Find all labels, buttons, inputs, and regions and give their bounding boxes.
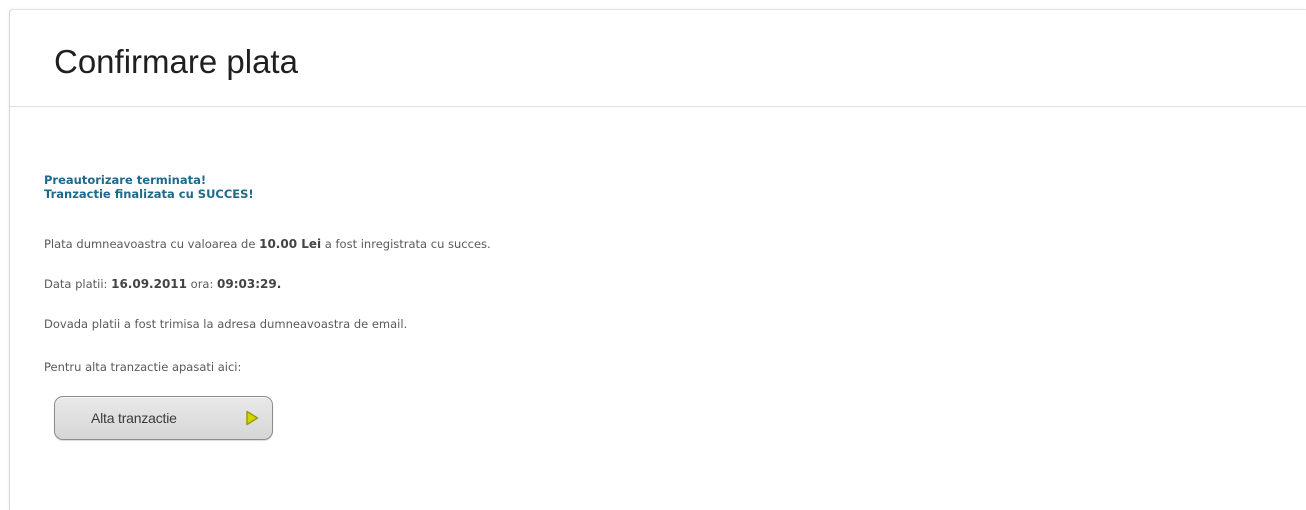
payment-time: 09:03:29. xyxy=(217,277,282,291)
amount-suffix: a fost inregistrata cu succes. xyxy=(321,237,491,251)
panel-header: Confirmare plata xyxy=(10,10,1306,107)
payment-date-line: Data platii: 16.09.2011 ora: 09:03:29. xyxy=(44,277,281,291)
play-triangle-icon xyxy=(246,410,259,426)
status-line-preauthorization: Preautorizare terminata! xyxy=(44,173,207,187)
new-transaction-prompt: Pentru alta tranzactie apasati aici: xyxy=(44,360,242,374)
amount-prefix: Plata dumneavoastra cu valoarea de xyxy=(44,237,260,251)
new-transaction-button[interactable]: Alta tranzactie xyxy=(54,396,273,440)
page-title: Confirmare plata xyxy=(54,43,298,80)
confirmation-content: Preautorizare terminata! Tranzactie fina… xyxy=(44,173,1244,374)
status-message: Preautorizare terminata! Tranzactie fina… xyxy=(44,173,1244,201)
payment-amount-line: Plata dumneavoastra cu valoarea de 10.00… xyxy=(44,237,491,251)
new-transaction-button-label: Alta tranzactie xyxy=(91,410,177,426)
payment-date: 16.09.2011 xyxy=(111,277,188,291)
payment-amount: 10.00 Lei xyxy=(259,237,322,251)
email-notice: Dovada platii a fost trimisa la adresa d… xyxy=(44,317,408,331)
date-prefix: Data platii: xyxy=(44,277,112,291)
time-prefix: ora: xyxy=(187,277,218,291)
page: Confirmare plata Preautorizare terminata… xyxy=(0,0,1306,510)
status-line-success: Tranzactie finalizata cu SUCCES! xyxy=(44,187,254,201)
